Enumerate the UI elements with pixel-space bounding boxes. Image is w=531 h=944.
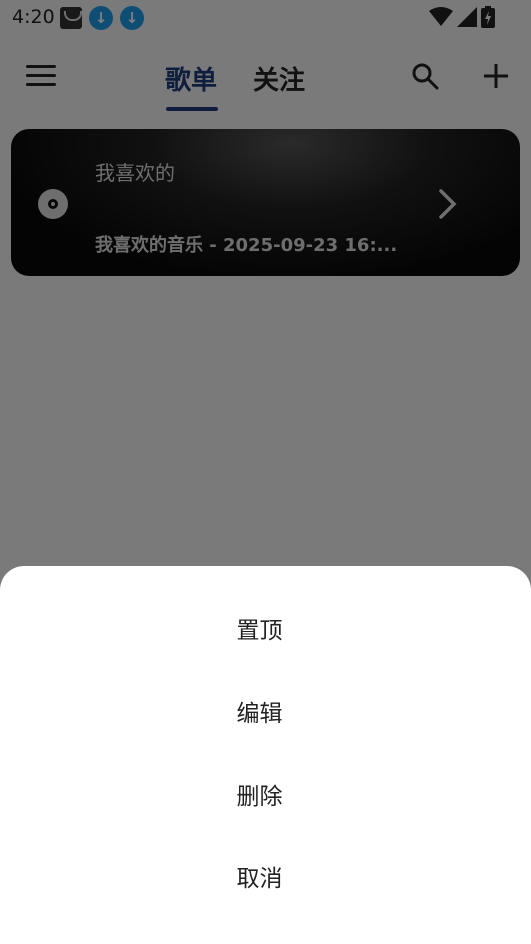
pin-to-top-button[interactable]: 置顶 — [0, 601, 519, 661]
edit-button[interactable]: 编辑 — [0, 684, 519, 744]
delete-button[interactable]: 删除 — [0, 767, 519, 827]
action-sheet: 置顶 编辑 删除 取消 — [0, 566, 531, 944]
cancel-button[interactable]: 取消 — [0, 849, 519, 909]
